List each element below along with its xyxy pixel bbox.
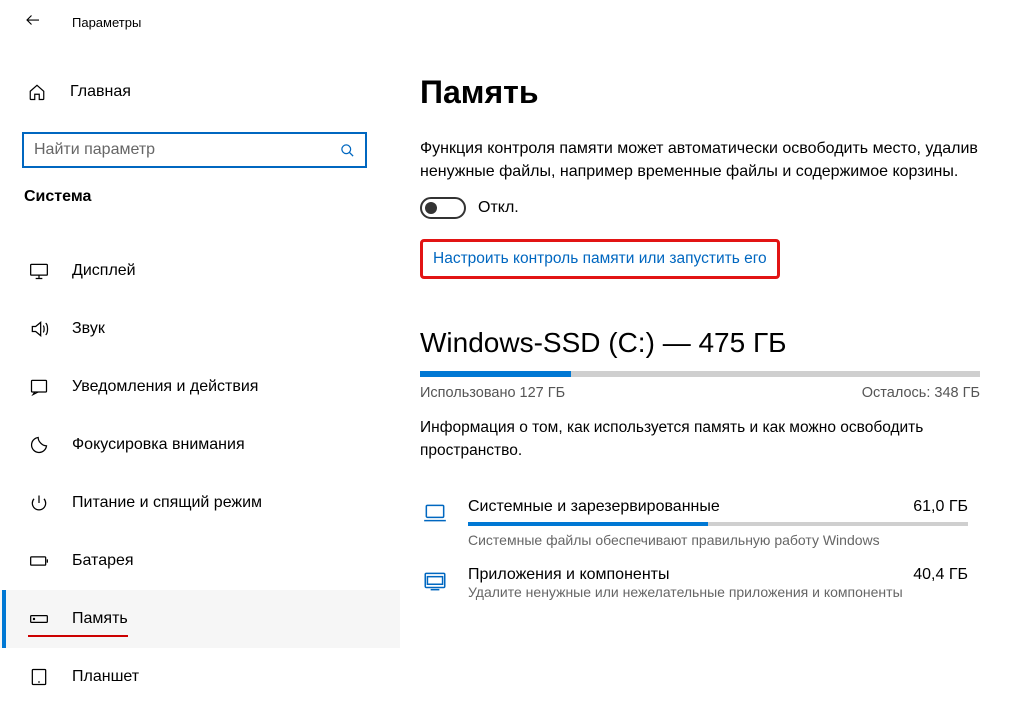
nav-item-storage[interactable]: Память xyxy=(0,590,400,648)
storage-category-row[interactable]: Приложения и компоненты 40,4 ГБУдалите не… xyxy=(420,558,996,610)
storage-category-row[interactable]: Системные и зарезервированные 61,0 ГБ Сист… xyxy=(420,490,996,558)
drive-title: Windows-SSD (C:) — 475 ГБ xyxy=(420,327,996,359)
configure-storage-sense-link[interactable]: Настроить контроль памяти или запустить … xyxy=(433,250,767,267)
free-label: Осталось: 348 ГБ xyxy=(862,385,980,401)
nav-item-label: Фокусировка внимания xyxy=(72,436,245,454)
main-content: Память Функция контроля памяти может авт… xyxy=(400,44,1016,718)
home-label: Главная xyxy=(70,83,131,101)
nav-item-battery[interactable]: Батарея xyxy=(0,532,400,590)
storage-sense-toggle[interactable] xyxy=(420,197,466,219)
apps-icon xyxy=(420,566,450,594)
search-input[interactable] xyxy=(34,141,355,159)
laptop-icon xyxy=(420,498,450,526)
nav-item-focus[interactable]: Фокусировка внимания xyxy=(0,416,400,474)
home-icon xyxy=(26,83,48,101)
nav-item-power[interactable]: Питание и спящий режим xyxy=(0,474,400,532)
category-bar xyxy=(468,522,968,526)
category-list: Системные и зарезервированные 61,0 ГБ Сист… xyxy=(420,490,996,610)
window-title: Параметры xyxy=(72,15,141,30)
category-name: Системные и зарезервированные xyxy=(468,498,720,516)
category-label: Система xyxy=(0,188,400,206)
annotation-underline xyxy=(28,635,128,637)
header-bar: Параметры xyxy=(0,0,1016,44)
search-box[interactable] xyxy=(22,132,367,168)
back-button[interactable] xyxy=(18,7,48,38)
notify-icon xyxy=(28,377,50,397)
sound-icon xyxy=(28,319,50,339)
nav-item-label: Батарея xyxy=(72,552,134,570)
nav-item-label: Планшет xyxy=(72,668,139,686)
category-subtext: Системные файлы обеспечивают правильную … xyxy=(468,532,968,548)
display-icon xyxy=(28,261,50,281)
nav-item-label: Память xyxy=(72,610,128,628)
drive-info-text: Информация о том, как используется памят… xyxy=(420,417,980,462)
storage-icon xyxy=(28,609,50,629)
tablet-icon xyxy=(28,667,50,687)
nav-item-label: Питание и спящий режим xyxy=(72,494,262,512)
drive-usage-labels: Использовано 127 ГБ Осталось: 348 ГБ xyxy=(420,385,980,401)
power-icon xyxy=(28,493,50,513)
nav-item-tablet[interactable]: Планшет xyxy=(0,648,400,706)
sidebar: Главная Система Дисплей Звук Уведомления и… xyxy=(0,44,400,718)
nav-item-sound[interactable]: Звук xyxy=(0,300,400,358)
used-label: Использовано 127 ГБ xyxy=(420,385,565,401)
storage-sense-description: Функция контроля памяти может автоматиче… xyxy=(420,137,980,183)
category-name: Приложения и компоненты xyxy=(468,566,669,584)
page-title: Память xyxy=(420,74,996,111)
toggle-state-label: Откл. xyxy=(478,199,519,217)
drive-usage-bar xyxy=(420,371,980,377)
nav-item-notify[interactable]: Уведомления и действия xyxy=(0,358,400,416)
category-size: 61,0 ГБ xyxy=(913,498,968,516)
nav-item-label: Уведомления и действия xyxy=(72,378,258,396)
focus-icon xyxy=(28,435,50,455)
home-button[interactable]: Главная xyxy=(0,68,400,116)
nav-item-label: Дисплей xyxy=(72,262,136,280)
category-size: 40,4 ГБ xyxy=(913,566,968,584)
highlighted-link-box: Настроить контроль памяти или запустить … xyxy=(420,239,780,279)
search-icon xyxy=(340,143,355,162)
nav-item-display[interactable]: Дисплей xyxy=(0,242,400,300)
nav-list: Дисплей Звук Уведомления и действия Фокусир… xyxy=(0,242,400,718)
category-subtext: Удалите ненужные или нежелательные прило… xyxy=(468,584,968,600)
nav-item-label: Звук xyxy=(72,320,105,338)
battery-icon xyxy=(28,551,50,571)
